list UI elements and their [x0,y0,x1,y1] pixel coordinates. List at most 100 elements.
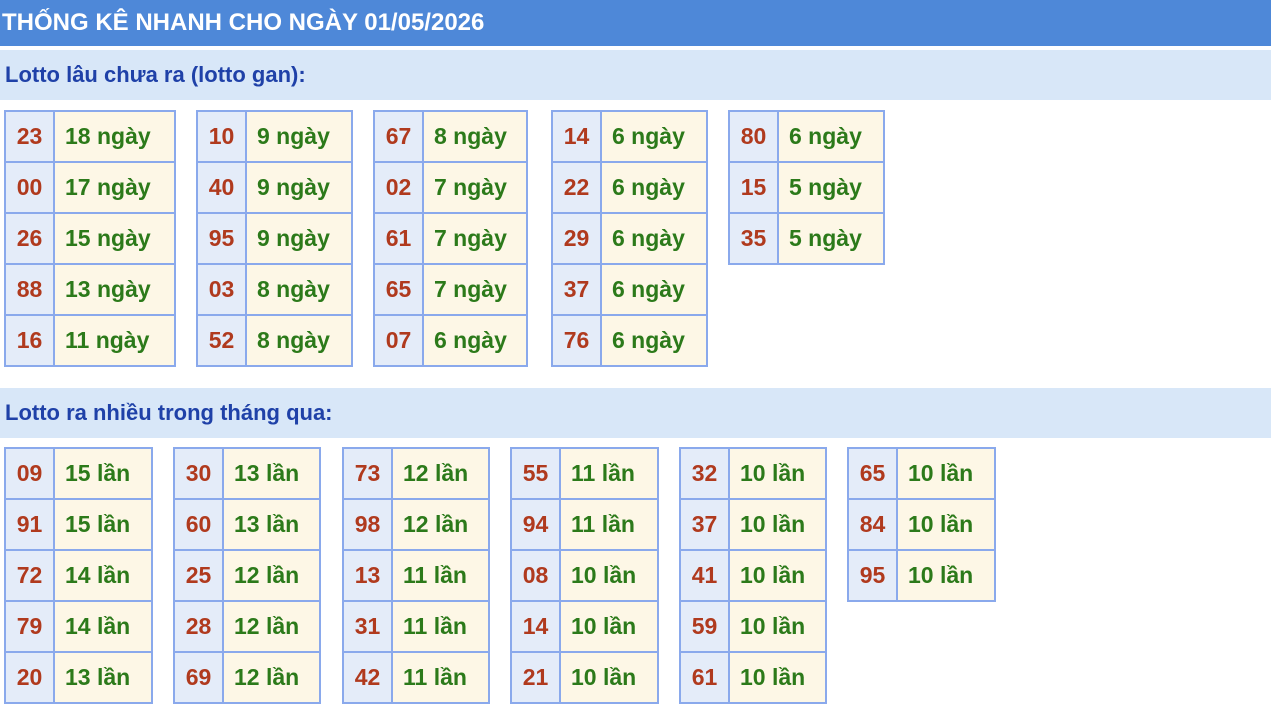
lotto-number: 40 [196,161,247,214]
table-row: 10 9 ngày [196,110,353,163]
table-row: 21 10 lần [510,651,659,704]
page: THỐNG KÊ NHANH CHO NGÀY 01/05/2026 Lotto… [0,0,1271,715]
gan-group-1: 23 18 ngày 00 17 ngày 26 15 ngày 88 13 ngày 16 11… [4,110,176,367]
days-count: 5 ngày [777,212,885,265]
times-count: 10 lần [728,600,827,653]
table-row: 02 7 ngày [373,161,528,214]
lotto-number: 23 [4,110,55,163]
table-row: 23 18 ngày [4,110,176,163]
table-row: 88 13 ngày [4,263,176,316]
days-count: 6 ngày [600,110,708,163]
lotto-number: 65 [373,263,424,316]
table-row: 22 6 ngày [551,161,708,214]
times-count: 10 lần [728,498,827,551]
table-row: 13 11 lần [342,549,490,602]
table-row: 26 15 ngày [4,212,176,265]
lotto-number: 72 [4,549,55,602]
times-count: 14 lần [53,600,153,653]
lotto-number: 13 [342,549,393,602]
table-row: 72 14 lần [4,549,153,602]
days-count: 6 ngày [777,110,885,163]
days-count: 5 ngày [777,161,885,214]
table-row: 42 11 lần [342,651,490,704]
times-count: 11 lần [391,549,490,602]
table-row: 15 5 ngày [728,161,885,214]
table-row: 35 5 ngày [728,212,885,265]
days-count: 18 ngày [53,110,176,163]
days-count: 9 ngày [245,110,353,163]
lotto-number: 41 [679,549,730,602]
lotto-number: 10 [196,110,247,163]
lotto-number: 32 [679,447,730,500]
lotto-number: 22 [551,161,602,214]
table-row: 67 8 ngày [373,110,528,163]
table-row: 65 10 lần [847,447,996,500]
times-count: 10 lần [559,549,659,602]
lotto-number: 79 [4,600,55,653]
gan-group-3: 67 8 ngày 02 7 ngày 61 7 ngày 65 7 ngày 07 6 ngày [373,110,528,367]
days-count: 17 ngày [53,161,176,214]
table-row: 00 17 ngày [4,161,176,214]
times-count: 11 lần [559,447,659,500]
lotto-number: 65 [847,447,898,500]
lotto-number: 67 [373,110,424,163]
table-row: 91 15 lần [4,498,153,551]
table-row: 14 10 lần [510,600,659,653]
days-count: 9 ngày [245,161,353,214]
table-row: 95 10 lần [847,549,996,602]
days-count: 8 ngày [245,314,353,367]
table-row: 61 10 lần [679,651,827,704]
table-row: 03 8 ngày [196,263,353,316]
lotto-number: 59 [679,600,730,653]
days-count: 6 ngày [600,314,708,367]
days-count: 6 ngày [422,314,528,367]
table-row: 61 7 ngày [373,212,528,265]
times-count: 10 lần [728,651,827,704]
lotto-number: 60 [173,498,224,551]
lotto-number: 69 [173,651,224,704]
days-count: 6 ngày [600,263,708,316]
table-row: 25 12 lần [173,549,321,602]
times-count: 13 lần [222,498,321,551]
times-count: 10 lần [896,447,996,500]
days-count: 8 ngày [422,110,528,163]
days-count: 8 ngày [245,263,353,316]
section-title-lotto-ra-nhieu: Lotto ra nhiều trong tháng qua: [0,388,1271,438]
table-row: 31 11 lần [342,600,490,653]
times-count: 11 lần [391,651,490,704]
lotto-number: 37 [551,263,602,316]
lotto-number: 03 [196,263,247,316]
lotto-number: 52 [196,314,247,367]
nhieu-group-4: 55 11 lần 94 11 lần 08 10 lần 14 10 lần 21 10 lần [510,447,659,704]
nhieu-group-6: 65 10 lần 84 10 lần 95 10 lần [847,447,996,602]
lotto-number: 25 [173,549,224,602]
lotto-number: 00 [4,161,55,214]
table-row: 73 12 lần [342,447,490,500]
days-count: 13 ngày [53,263,176,316]
table-row: 79 14 lần [4,600,153,653]
times-count: 10 lần [559,600,659,653]
lotto-number: 84 [847,498,898,551]
lotto-number: 16 [4,314,55,367]
times-count: 14 lần [53,549,153,602]
times-count: 10 lần [728,447,827,500]
nhieu-group-1: 09 15 lần 91 15 lần 72 14 lần 79 14 lần 20 13 lần [4,447,153,704]
table-row: 59 10 lần [679,600,827,653]
table-row: 20 13 lần [4,651,153,704]
lotto-number: 88 [4,263,55,316]
lotto-number: 14 [510,600,561,653]
lotto-number: 07 [373,314,424,367]
times-count: 12 lần [222,651,321,704]
table-row: 37 10 lần [679,498,827,551]
lotto-number: 91 [4,498,55,551]
lotto-number: 35 [728,212,779,265]
table-row: 40 9 ngày [196,161,353,214]
days-count: 9 ngày [245,212,353,265]
lotto-number: 21 [510,651,561,704]
lotto-number: 30 [173,447,224,500]
table-row: 09 15 lần [4,447,153,500]
page-title: THỐNG KÊ NHANH CHO NGÀY 01/05/2026 [0,0,1271,46]
table-row: 65 7 ngày [373,263,528,316]
lotto-number: 08 [510,549,561,602]
lotto-number: 20 [4,651,55,704]
